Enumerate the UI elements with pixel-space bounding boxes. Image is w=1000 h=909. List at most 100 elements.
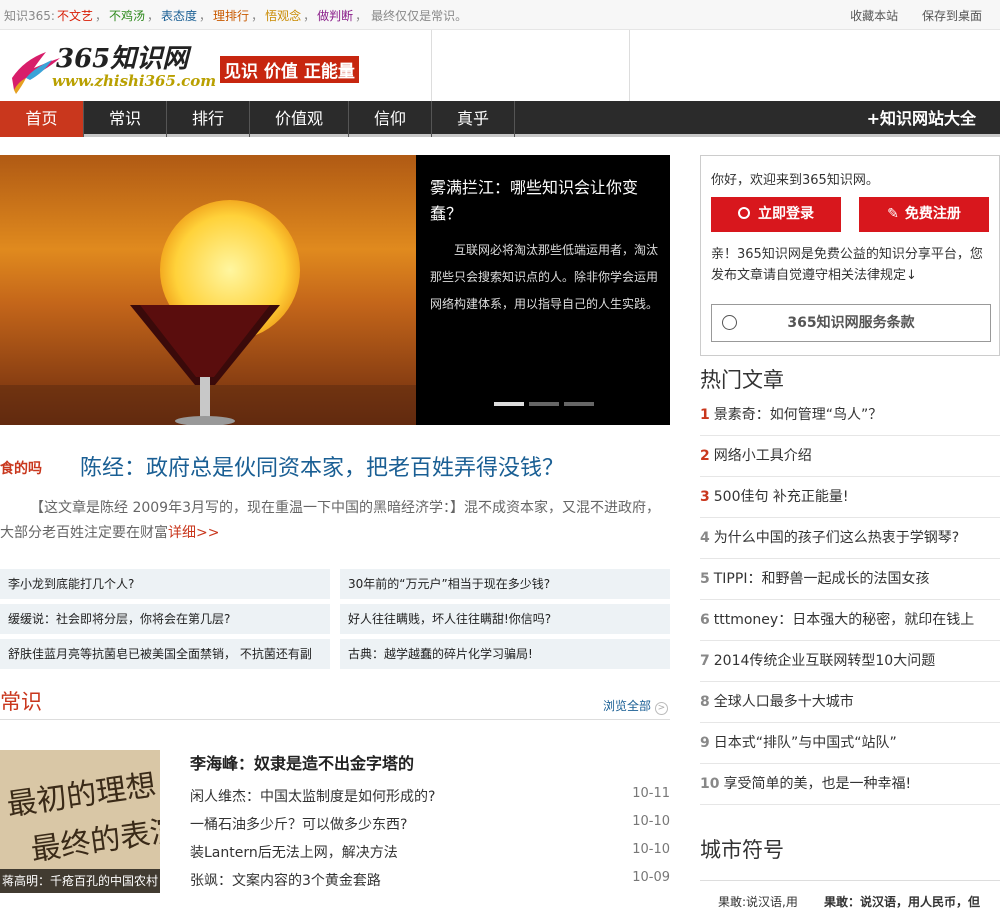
header-divider [629, 30, 630, 101]
top-links: 收藏本站 保存到桌面 [830, 7, 982, 24]
slogan-badge: 见识 价值 正能量 [220, 56, 359, 83]
nav-xinyang[interactable]: 信仰 [349, 101, 432, 137]
hot-article-item[interactable]: 1 景素奇：如何管理“鸟人”？ [700, 395, 1000, 436]
register-button[interactable]: ✎ 免费注册 [859, 197, 989, 232]
summary-text: 【这文章是陈经 2009年3月写的，现在重温一下中国的黑暗经济学：】混不成资本家… [0, 500, 660, 541]
list-item[interactable]: 一桶石油多少斤？可以做多少东西? 10-10 [190, 814, 670, 842]
slider-title[interactable]: 雾满拦江：哪些知识会让你变蠢？ [430, 175, 660, 227]
hot-article-item[interactable]: 8 全球人口最多十大城市 [700, 682, 1000, 723]
list-item-date: 10-10 [632, 842, 670, 857]
hot-article-title: 享受简单的美，也是一种幸福! [723, 776, 912, 792]
slider-dot[interactable] [529, 402, 559, 406]
site-logo[interactable]: 365知识网 www.zhishi365.com [4, 36, 216, 96]
hot-article-item[interactable]: 6 tttmoney：日本强大的秘密，就印在钱上 [700, 600, 1000, 641]
city-item[interactable]: 果敢:说汉语,用 [718, 889, 818, 909]
service-terms-button[interactable]: 365知识网服务条款 [711, 304, 991, 342]
headline-title[interactable]: 陈经：政府总是伙同资本家，把老百姓弄得没钱？ [80, 450, 564, 482]
rank-number: 5 [700, 571, 710, 587]
details-link[interactable]: 详细>> [168, 525, 219, 541]
rank-number: 8 [700, 694, 710, 710]
rank-number: 1 [700, 407, 710, 423]
tag-separator: ， [355, 9, 368, 23]
article-link[interactable]: 30年前的“万元户”相当于现在多少钱? [340, 569, 670, 599]
nav-home[interactable]: 首页 [0, 101, 84, 137]
topic-tag[interactable]: 不文艺 [57, 9, 93, 23]
rank-number: 9 [700, 735, 710, 751]
save-desktop-link[interactable]: 保存到桌面 [922, 9, 982, 23]
browse-all-link[interactable]: 浏览全部 > [603, 697, 668, 715]
article-link[interactable]: 缓缓说：社会即将分层，你将会在第几层? [0, 604, 330, 634]
login-button-label: 立即登录 [758, 206, 814, 222]
rank-number: 2 [700, 448, 710, 464]
city-item[interactable]: 果敢：说汉语，用人民币，但 [824, 889, 980, 909]
cocktail-glass-icon [0, 305, 416, 425]
rank-number: 4 [700, 530, 710, 546]
slider-dot[interactable] [494, 402, 524, 406]
hot-article-item[interactable]: 9 日本式“排队”与中国式“站队” [700, 723, 1000, 764]
hot-article-title: 500佳句 补充正能量! [713, 489, 849, 505]
hot-article-item[interactable]: 3 500佳句 补充正能量! [700, 477, 1000, 518]
pencil-icon: ✎ [887, 206, 899, 222]
intro-tail: 最终仅仅是常识。 [371, 9, 468, 23]
hot-article-item[interactable]: 7 2014传统企业互联网转型10大问题 [700, 641, 1000, 682]
article-link[interactable]: 舒肤佳蓝月亮等抗菌皂已被美国全面禁销， 不抗菌还有副 [0, 639, 330, 669]
hot-article-title: TIPPI：和野兽一起成长的法国女孩 [713, 571, 930, 587]
list-item-date: 10-11 [632, 786, 670, 801]
slider-image[interactable] [0, 155, 416, 425]
nav-changshi[interactable]: 常识 [84, 101, 167, 137]
list-item-date: 10-09 [632, 870, 670, 885]
site-intro: 知识365: 不文艺，不鸡汤，表态度，理排行，悟观念，做判断，最终仅仅是常识。 [4, 7, 469, 24]
article-thumbnail[interactable]: 最初的理想 最终的表演 蒋高明：千疮百孔的中国农村 [0, 750, 160, 893]
nav-zhenhu[interactable]: 真乎 [432, 101, 515, 137]
hot-article-title: 全球人口最多十大城市 [713, 694, 854, 710]
tag-separator: ， [303, 9, 316, 23]
logo-cn-text: 365知识网 [56, 44, 189, 74]
hot-article-title: 日本式“排队”与中国式“站队” [713, 735, 897, 751]
tag-separator: ， [199, 9, 212, 23]
hot-article-title: 景素奇：如何管理“鸟人”？ [713, 407, 883, 423]
slider-dot[interactable] [564, 402, 594, 406]
section-title-city: 城市符号 [700, 838, 784, 862]
headline-summary: 【这文章是陈经 2009年3月写的，现在重温一下中国的黑暗经济学：】混不成资本家… [0, 496, 670, 546]
list-item-title: 张飒：文案内容的3个黄金套路 [190, 873, 381, 889]
rank-number: 10 [700, 776, 720, 792]
list-item[interactable]: 装Lantern后无法上网，解决方法 10-10 [190, 842, 670, 870]
hot-article-item[interactable]: 4 为什么中国的孩子们这么热衷于学钢琴? [700, 518, 1000, 559]
list-item[interactable]: 闲人维杰：中国太监制度是如何形成的? 10-11 [190, 786, 670, 814]
hot-article-title: 为什么中国的孩子们这么热衷于学钢琴? [713, 530, 960, 546]
topic-tag[interactable]: 做判断 [317, 9, 353, 23]
hot-article-title: tttmoney：日本强大的秘密，就印在钱上 [713, 612, 975, 628]
rank-number: 3 [700, 489, 710, 505]
intro-label: 知识365: [4, 9, 55, 23]
nav-paihang[interactable]: 排行 [167, 101, 250, 137]
login-button[interactable]: 立即登录 [711, 197, 841, 232]
featured-slider[interactable]: 雾满拦江：哪些知识会让你变蠢？ 互联网必将淘汰那些低端运用者，淘汰那些只会搜索知… [0, 155, 670, 425]
header-divider [431, 30, 432, 101]
article-link[interactable]: 李小龙到底能打几个人? [0, 569, 330, 599]
nav-jiazhiguan[interactable]: 价值观 [250, 101, 349, 137]
welcome-text: 你好，欢迎来到365知识网。 [711, 173, 879, 188]
article-link[interactable]: 古典：越学越蠢的碎片化学习骗局! [340, 639, 670, 669]
lead-article-title[interactable]: 李海峰：奴隶是造不出金字塔的 [190, 750, 414, 774]
bookmark-link[interactable]: 收藏本站 [850, 9, 898, 23]
list-item-title: 一桶石油多少斤？可以做多少东西? [190, 817, 408, 833]
main-nav: 首页 常识 排行 价值观 信仰 真乎 +知识网站大全 [0, 101, 1000, 137]
topic-tag[interactable]: 表态度 [161, 9, 197, 23]
section-divider [0, 719, 670, 720]
hot-article-item[interactable]: 5 TIPPI：和野兽一起成长的法国女孩 [700, 559, 1000, 600]
article-link[interactable]: 好人往往瞒贱，坏人往往瞒甜!你信吗? [340, 604, 670, 634]
topic-tag[interactable]: 理排行 [213, 9, 249, 23]
topic-tag[interactable]: 不鸡汤 [109, 9, 145, 23]
headline-tag: 食的吗 [0, 461, 42, 477]
topic-tag[interactable]: 悟观念 [265, 9, 301, 23]
list-item[interactable]: 张飒：文案内容的3个黄金套路 10-09 [190, 870, 670, 898]
section-title-changshi[interactable]: 常识 [0, 686, 42, 716]
section-title-hot: 热门文章 [700, 368, 784, 392]
nav-more-sites[interactable]: +知识网站大全 [867, 101, 976, 137]
browse-all-label: 浏览全部 [603, 699, 652, 713]
service-terms-label: 365知识网服务条款 [787, 315, 915, 331]
hot-article-item[interactable]: 2 网络小工具介绍 [700, 436, 1000, 477]
hot-article-item[interactable]: 10 享受简单的美，也是一种幸福! [700, 764, 1000, 805]
slider-dots [494, 395, 599, 410]
tag-separator: ， [147, 9, 160, 23]
